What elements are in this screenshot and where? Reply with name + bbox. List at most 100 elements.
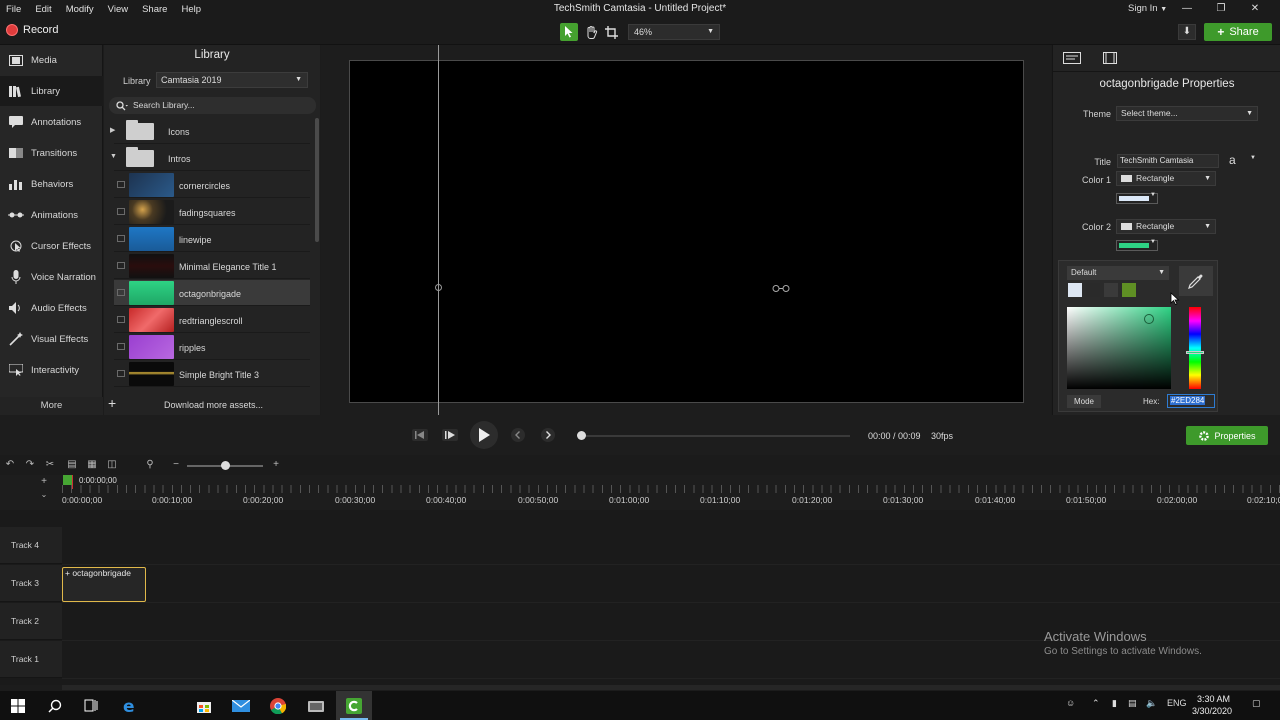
taskbar-mail[interactable] [223, 691, 259, 720]
sidebar-item-behaviors[interactable]: Behaviors [0, 169, 103, 199]
font-button[interactable]: a ▼ [1229, 153, 1257, 168]
taskbar-edge[interactable]: e [112, 691, 148, 720]
copy-icon[interactable]: ▤ [66, 459, 78, 471]
add-asset-button[interactable]: + [108, 396, 120, 410]
sidebar-item-animations[interactable]: Animations [0, 200, 103, 230]
sidebar-item-annotations[interactable]: Annotations [0, 107, 103, 137]
chevron-right-icon[interactable]: ▶ [110, 126, 115, 134]
zoom-out-icon[interactable]: − [170, 459, 182, 471]
download-button[interactable]: ⬇ [1178, 24, 1196, 40]
paste-icon[interactable]: ▦ [86, 459, 98, 471]
timeline-zoom-handle[interactable] [221, 461, 230, 470]
resize-handle[interactable] [435, 284, 442, 291]
menu-modify[interactable]: Modify [59, 4, 101, 15]
zoom-dropdown[interactable]: 46% ▼ [628, 24, 720, 40]
hue-slider-handle[interactable] [1186, 351, 1204, 354]
hex-input[interactable]: #2ED284 [1167, 394, 1215, 408]
color-swatch[interactable] [1086, 283, 1100, 297]
color2-swatch-button[interactable]: ▼ [1116, 239, 1158, 251]
menu-file[interactable]: File [0, 4, 28, 15]
taskbar-chrome[interactable] [260, 691, 296, 720]
sidebar-item-media[interactable]: Media [0, 45, 103, 75]
library-dropdown[interactable]: Camtasia 2019 ▼ [156, 72, 308, 88]
undo-icon[interactable]: ↶ [4, 459, 16, 471]
track-lane[interactable] [62, 527, 1280, 565]
close-button[interactable]: ✕ [1240, 2, 1270, 16]
hue-slider[interactable] [1189, 307, 1201, 389]
previous-marker-button[interactable] [509, 427, 527, 443]
library-item[interactable]: redtrianglescroll [114, 307, 310, 333]
play-button[interactable] [470, 421, 498, 449]
zoom-fit-icon[interactable]: ⚲ [144, 459, 156, 471]
previous-frame-button[interactable] [410, 427, 430, 443]
color-mode-button[interactable]: Mode [1067, 395, 1101, 408]
color1-shape-dropdown[interactable]: Rectangle ▼ [1116, 171, 1216, 186]
timeline-ruler[interactable]: + ⌄ 0:00:00;00 0:00:00;00 0:00:10;00 0:0… [0, 475, 1280, 510]
library-item[interactable]: Simple Bright Title 3 [114, 361, 310, 387]
properties-button[interactable]: Properties [1186, 426, 1268, 445]
chevron-up-icon[interactable]: ⌃ [1092, 698, 1100, 709]
sidebar-item-interactivity[interactable]: Interactivity [0, 355, 103, 385]
download-more-assets-link[interactable]: Download more assets... [164, 400, 263, 410]
language-indicator[interactable]: ENG [1167, 698, 1187, 708]
saturation-brightness-field[interactable] [1067, 307, 1171, 389]
library-search-input[interactable]: Search Library... [109, 97, 316, 114]
menu-view[interactable]: View [101, 4, 135, 15]
library-item[interactable]: linewipe [114, 226, 310, 252]
start-button[interactable] [0, 691, 36, 720]
library-folder-intros[interactable]: ▼ Intros [110, 145, 310, 171]
chevron-down-icon[interactable]: ▼ [110, 153, 117, 160]
chevron-down-icon[interactable]: ⌄ [38, 489, 50, 501]
step-forward-button[interactable] [440, 427, 460, 443]
color1-swatch-button[interactable]: ▼ [1116, 192, 1158, 204]
tab-visual-properties[interactable] [1061, 50, 1083, 66]
cut-icon[interactable]: ✂ [44, 459, 56, 471]
sign-in-button[interactable]: Sign In ▼ [1128, 3, 1167, 14]
color-selector-handle[interactable] [1144, 314, 1154, 324]
battery-icon[interactable]: ▮ [1112, 698, 1117, 709]
library-item[interactable]: fadingsquares [114, 199, 310, 225]
color-preset-dropdown[interactable]: Default ▼ [1067, 266, 1169, 280]
library-item-selected[interactable]: octagonbrigade [114, 280, 310, 306]
taskbar-store[interactable] [186, 691, 222, 720]
crop-tool-button[interactable] [602, 23, 620, 41]
sidebar-item-library[interactable]: Library [0, 76, 103, 106]
network-icon[interactable]: ▤ [1128, 698, 1137, 709]
menu-help[interactable]: Help [174, 4, 208, 15]
select-tool-button[interactable] [560, 23, 578, 41]
add-track-icon[interactable]: + [38, 476, 50, 488]
title-input[interactable]: TechSmith Camtasia [1117, 154, 1219, 168]
scrub-bar[interactable] [580, 435, 850, 437]
scrub-handle[interactable] [577, 431, 586, 440]
link-icon[interactable] [772, 285, 790, 292]
eyedropper-button[interactable] [1179, 266, 1213, 296]
track-header[interactable]: Track 3 [0, 565, 62, 602]
sidebar-item-voice-narration[interactable]: Voice Narration [0, 262, 103, 292]
pan-tool-button[interactable] [582, 23, 600, 41]
redo-icon[interactable]: ↷ [24, 459, 36, 471]
taskbar-camtasia[interactable] [336, 691, 372, 720]
sidebar-item-visual-effects[interactable]: Visual Effects [0, 324, 103, 354]
track-header[interactable]: Track 1 [0, 641, 62, 678]
color-swatch[interactable] [1104, 283, 1118, 297]
track-lane[interactable] [62, 565, 1280, 603]
clock-time[interactable]: 3:30 AM [1197, 694, 1230, 704]
library-item[interactable]: ripples [114, 334, 310, 360]
clock-date[interactable]: 3/30/2020 [1192, 706, 1232, 716]
menu-edit[interactable]: Edit [28, 4, 58, 15]
theme-dropdown[interactable]: Select theme... ▼ [1116, 106, 1258, 121]
track-header[interactable]: Track 4 [0, 527, 62, 564]
minimize-button[interactable]: — [1172, 2, 1202, 16]
color2-shape-dropdown[interactable]: Rectangle ▼ [1116, 219, 1216, 234]
more-button[interactable]: More [0, 397, 103, 415]
timeline-clip[interactable]: + octagonbrigade [62, 567, 146, 602]
library-item[interactable]: Minimal Elegance Title 1 [114, 253, 310, 279]
color-swatch[interactable] [1068, 283, 1082, 297]
split-icon[interactable]: ◫ [106, 459, 118, 471]
search-button[interactable] [37, 691, 73, 720]
share-button[interactable]: + Share [1204, 23, 1272, 41]
library-folder-icons[interactable]: ▶ Icons [110, 118, 310, 144]
next-marker-button[interactable] [539, 427, 557, 443]
library-item[interactable]: cornercircles [114, 172, 310, 198]
preview-canvas[interactable] [349, 60, 1024, 403]
